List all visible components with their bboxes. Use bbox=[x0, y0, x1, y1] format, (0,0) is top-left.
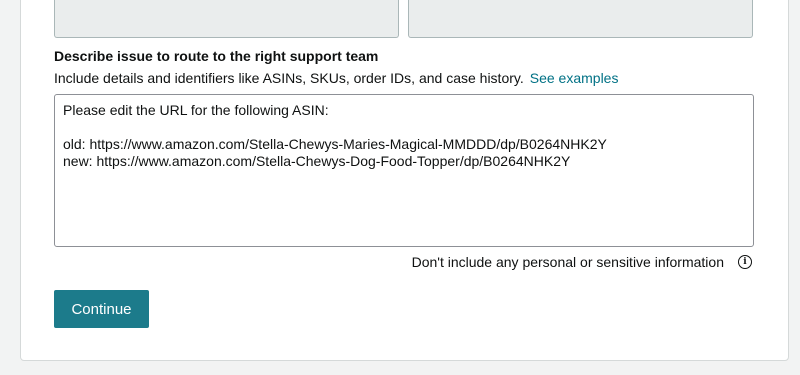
continue-button[interactable]: Continue bbox=[54, 290, 149, 328]
helper-text: Include details and identifiers like ASI… bbox=[54, 70, 524, 86]
issue-description-textarea[interactable] bbox=[54, 94, 754, 247]
issue-description-heading: Describe issue to route to the right sup… bbox=[54, 48, 379, 64]
privacy-note-text: Don't include any personal or sensitive … bbox=[411, 254, 724, 270]
top-right-field[interactable] bbox=[408, 0, 753, 38]
info-icon[interactable]: i bbox=[738, 255, 752, 269]
privacy-note: Don't include any personal or sensitive … bbox=[412, 254, 752, 270]
see-examples-link[interactable]: See examples bbox=[530, 70, 619, 86]
issue-description-helper: Include details and identifiers like ASI… bbox=[54, 70, 618, 86]
top-left-field[interactable] bbox=[54, 0, 399, 38]
